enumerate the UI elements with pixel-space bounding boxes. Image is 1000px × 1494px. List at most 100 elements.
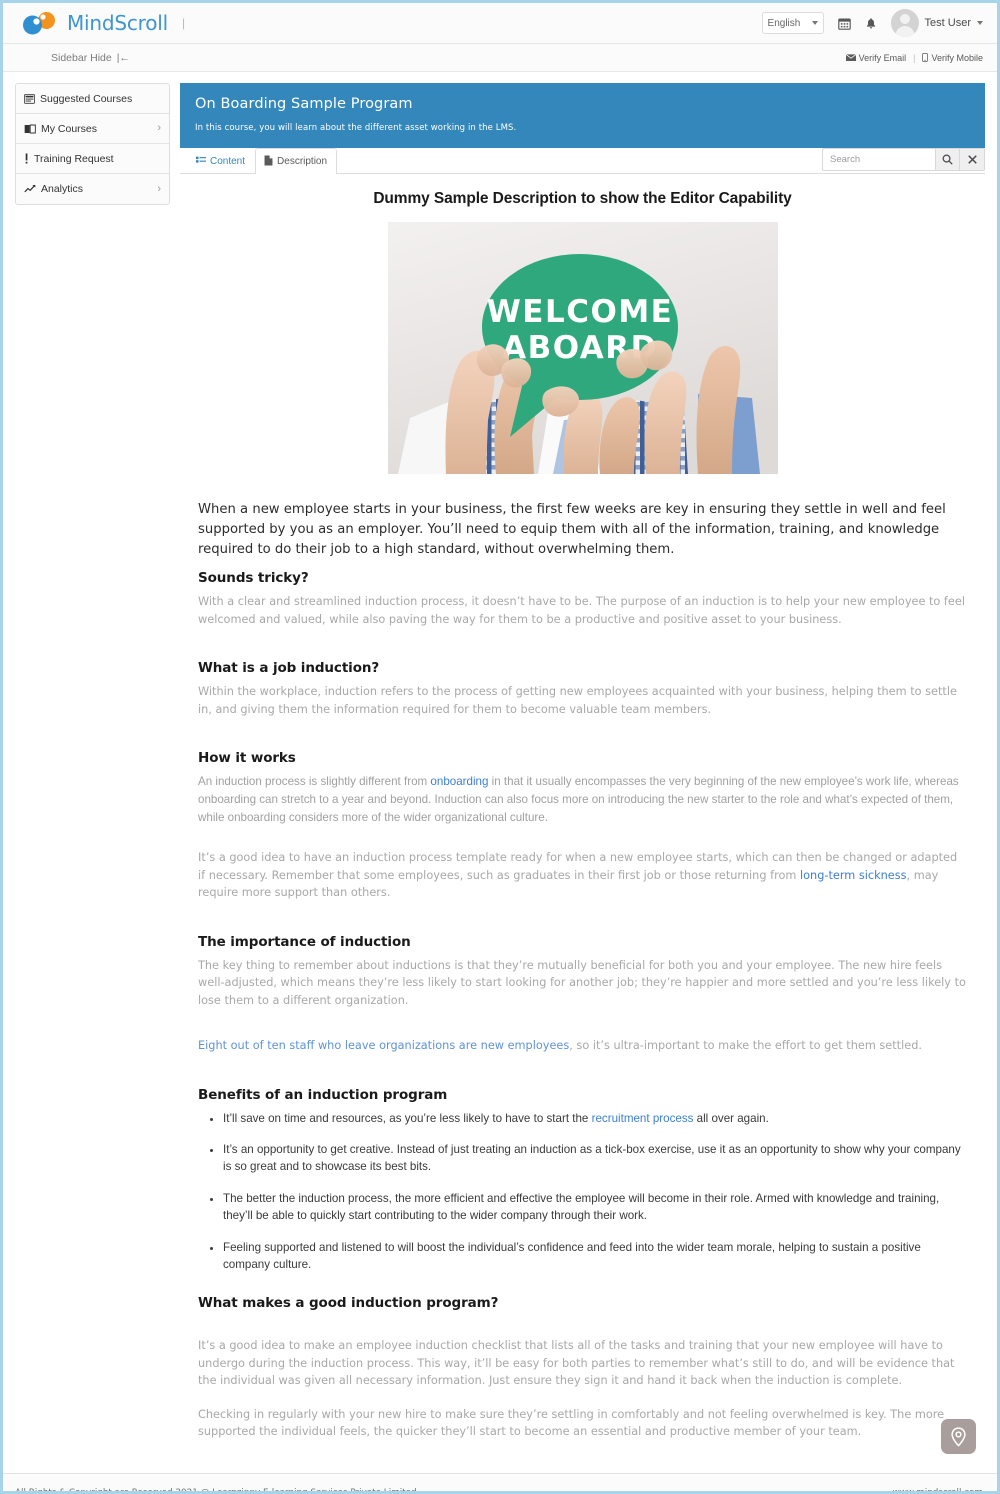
chevron-down-icon <box>811 21 818 25</box>
location-pin-icon <box>951 1426 966 1447</box>
footer-spacer <box>3 1447 997 1473</box>
section-heading-good-induction-program: What makes a good induction program? <box>198 1295 499 1312</box>
verify-mobile-link[interactable]: Verify Mobile <box>922 53 983 63</box>
sub-navbar: Sidebar Hide |← Verify Email | Verify Mo… <box>3 44 997 72</box>
sidebar-item-label: Training Request <box>34 152 114 165</box>
tab-label: Content <box>210 156 246 167</box>
clear-search-button[interactable] <box>960 148 985 171</box>
copyright-text: All Rights & Copyright are Reserved 2021… <box>15 1487 417 1494</box>
search-button[interactable] <box>935 148 960 171</box>
section-heading-importance-of-induction: The importance of induction <box>198 933 411 950</box>
section-body-what-is-job-induction: Within the workplace, induction refers t… <box>198 685 957 716</box>
close-icon <box>967 155 977 164</box>
mindscroll-logo-icon <box>23 12 55 35</box>
sidebar-item-suggested-courses[interactable]: Suggested Courses <box>16 84 169 114</box>
calendar-icon[interactable] <box>837 17 851 30</box>
username-label: Test User <box>924 17 971 29</box>
how-it-works-paragraph-1: An induction process is slightly differe… <box>198 773 967 827</box>
description-content: Dummy Sample Description to show the Edi… <box>180 174 985 1441</box>
benefits-list: It’ll save on time and resources, as you… <box>198 1110 967 1274</box>
language-value: English <box>767 17 801 29</box>
page-body: Suggested Courses My Courses › Training … <box>3 72 997 1447</box>
app-page: MindScroll | English Test User Sidebar H… <box>0 0 1000 1494</box>
text-fragment: It’s an opportunity to get creative. Ins… <box>223 1142 961 1174</box>
section-heading-benefits: Benefits of an induction program <box>198 1086 448 1103</box>
file-icon <box>264 154 273 169</box>
topbar-actions: English Test User <box>761 9 983 37</box>
text-fragment: , so it’s ultra-important to make the ef… <box>569 1039 922 1053</box>
text-fragment: all over again. <box>693 1111 769 1125</box>
chart-line-icon <box>24 184 36 194</box>
text-fragment: It’ll save on time and resources, as you… <box>223 1111 592 1125</box>
sidebar-item-label: Analytics <box>41 183 84 195</box>
text-fragment: Feeling supported and listened to will b… <box>223 1240 921 1271</box>
exclamation-icon <box>24 153 29 164</box>
website-link[interactable]: www.mindscroll.com <box>893 1488 983 1491</box>
window-icon <box>24 93 35 104</box>
long-term-sickness-link[interactable]: long-term sickness <box>800 869 907 882</box>
list-icon <box>196 156 206 168</box>
page-footer: All Rights & Copyright are Reserved 2021… <box>3 1472 997 1494</box>
sidebar-item-training-request[interactable]: Training Request <box>16 144 169 174</box>
statistic-paragraph: Eight out of ten staff who leave organiz… <box>198 1037 967 1055</box>
help-widget-button[interactable] <box>941 1419 976 1454</box>
brand-logo[interactable]: MindScroll <box>21 11 168 35</box>
good-program-paragraph-1: It’s a good idea to make an employee ind… <box>198 1339 955 1388</box>
language-select[interactable]: English <box>761 12 824 34</box>
page-title: Dummy Sample Description to show the Edi… <box>373 190 792 207</box>
tab-content[interactable]: Content <box>187 148 255 174</box>
verify-mobile-label: Verify Mobile <box>931 52 983 63</box>
list-item: The better the induction process, the mo… <box>223 1190 967 1225</box>
text-fragment: An induction process is slightly differe… <box>198 775 431 789</box>
welcome-text: WELCOME <box>486 294 673 330</box>
recruitment-process-link[interactable]: recruitment process <box>592 1112 694 1125</box>
list-item: It’ll save on time and resources, as you… <box>223 1110 967 1127</box>
avatar <box>890 9 919 37</box>
verify-email-link[interactable]: Verify Email <box>845 52 907 63</box>
brand-name: MindScroll <box>67 11 169 35</box>
tabs-bar: Content Description <box>180 148 985 174</box>
verify-separator: | <box>913 52 916 63</box>
course-subtitle: In this course, you will learn about the… <box>195 123 517 133</box>
envelope-icon <box>845 53 856 61</box>
sidebar-item-my-courses[interactable]: My Courses › <box>16 114 169 144</box>
chevron-down-icon <box>977 21 983 25</box>
hero-image-wrap: WELCOME ABOARD <box>192 222 973 474</box>
brand-divider: | <box>182 16 186 30</box>
top-navbar: MindScroll | English Test User <box>3 3 997 44</box>
main-panel: On Boarding Sample Program In this cours… <box>180 83 985 1447</box>
chevron-right-icon: › <box>157 182 161 195</box>
eight-out-of-ten-link[interactable]: Eight out of ten staff who leave organiz… <box>198 1039 569 1052</box>
section-heading-how-it-works: How it works <box>198 750 296 767</box>
user-menu[interactable]: Test User <box>890 9 983 37</box>
sidebar-item-label: Suggested Courses <box>40 92 133 105</box>
verify-email-label: Verify Email <box>858 52 907 63</box>
sidebar-hide-toggle[interactable]: Sidebar Hide |← <box>51 52 130 64</box>
onboarding-link[interactable]: onboarding <box>430 775 488 788</box>
sidebar-item-analytics[interactable]: Analytics › <box>16 174 169 204</box>
search-bar <box>822 148 985 171</box>
section-heading-sounds-tricky: Sounds tricky? <box>198 570 309 587</box>
collapse-arrow-icon: |← <box>116 51 130 64</box>
tab-description[interactable]: Description <box>255 148 338 174</box>
good-program-paragraph-2: Checking in regularly with your new hire… <box>198 1407 945 1439</box>
lead-paragraph: When a new employee starts in your busin… <box>198 502 946 558</box>
sidebar-hide-label: Sidebar Hide <box>51 51 112 64</box>
text-fragment: The better the induction process, the mo… <box>223 1191 940 1223</box>
sidebar-item-label: My Courses <box>41 122 98 135</box>
bell-icon[interactable] <box>865 17 877 30</box>
magnifier-icon <box>942 154 953 165</box>
tab-label: Description <box>277 156 328 167</box>
section-body-sounds-tricky: With a clear and streamlined induction p… <box>198 595 965 626</box>
chevron-right-icon: › <box>157 122 161 134</box>
welcome-aboard-photo: WELCOME ABOARD <box>387 222 778 474</box>
search-input[interactable] <box>822 148 935 171</box>
mobile-icon <box>922 53 929 62</box>
section-heading-what-is-job-induction: What is a job induction? <box>198 660 380 677</box>
course-banner: On Boarding Sample Program In this cours… <box>180 83 985 148</box>
course-title: On Boarding Sample Program <box>195 96 413 112</box>
section-body-importance: The key thing to remember about inductio… <box>198 958 966 1007</box>
verify-links: Verify Email | Verify Mobile <box>845 52 983 63</box>
book-icon <box>24 124 36 134</box>
sidebar-nav: Suggested Courses My Courses › Training … <box>15 83 170 205</box>
